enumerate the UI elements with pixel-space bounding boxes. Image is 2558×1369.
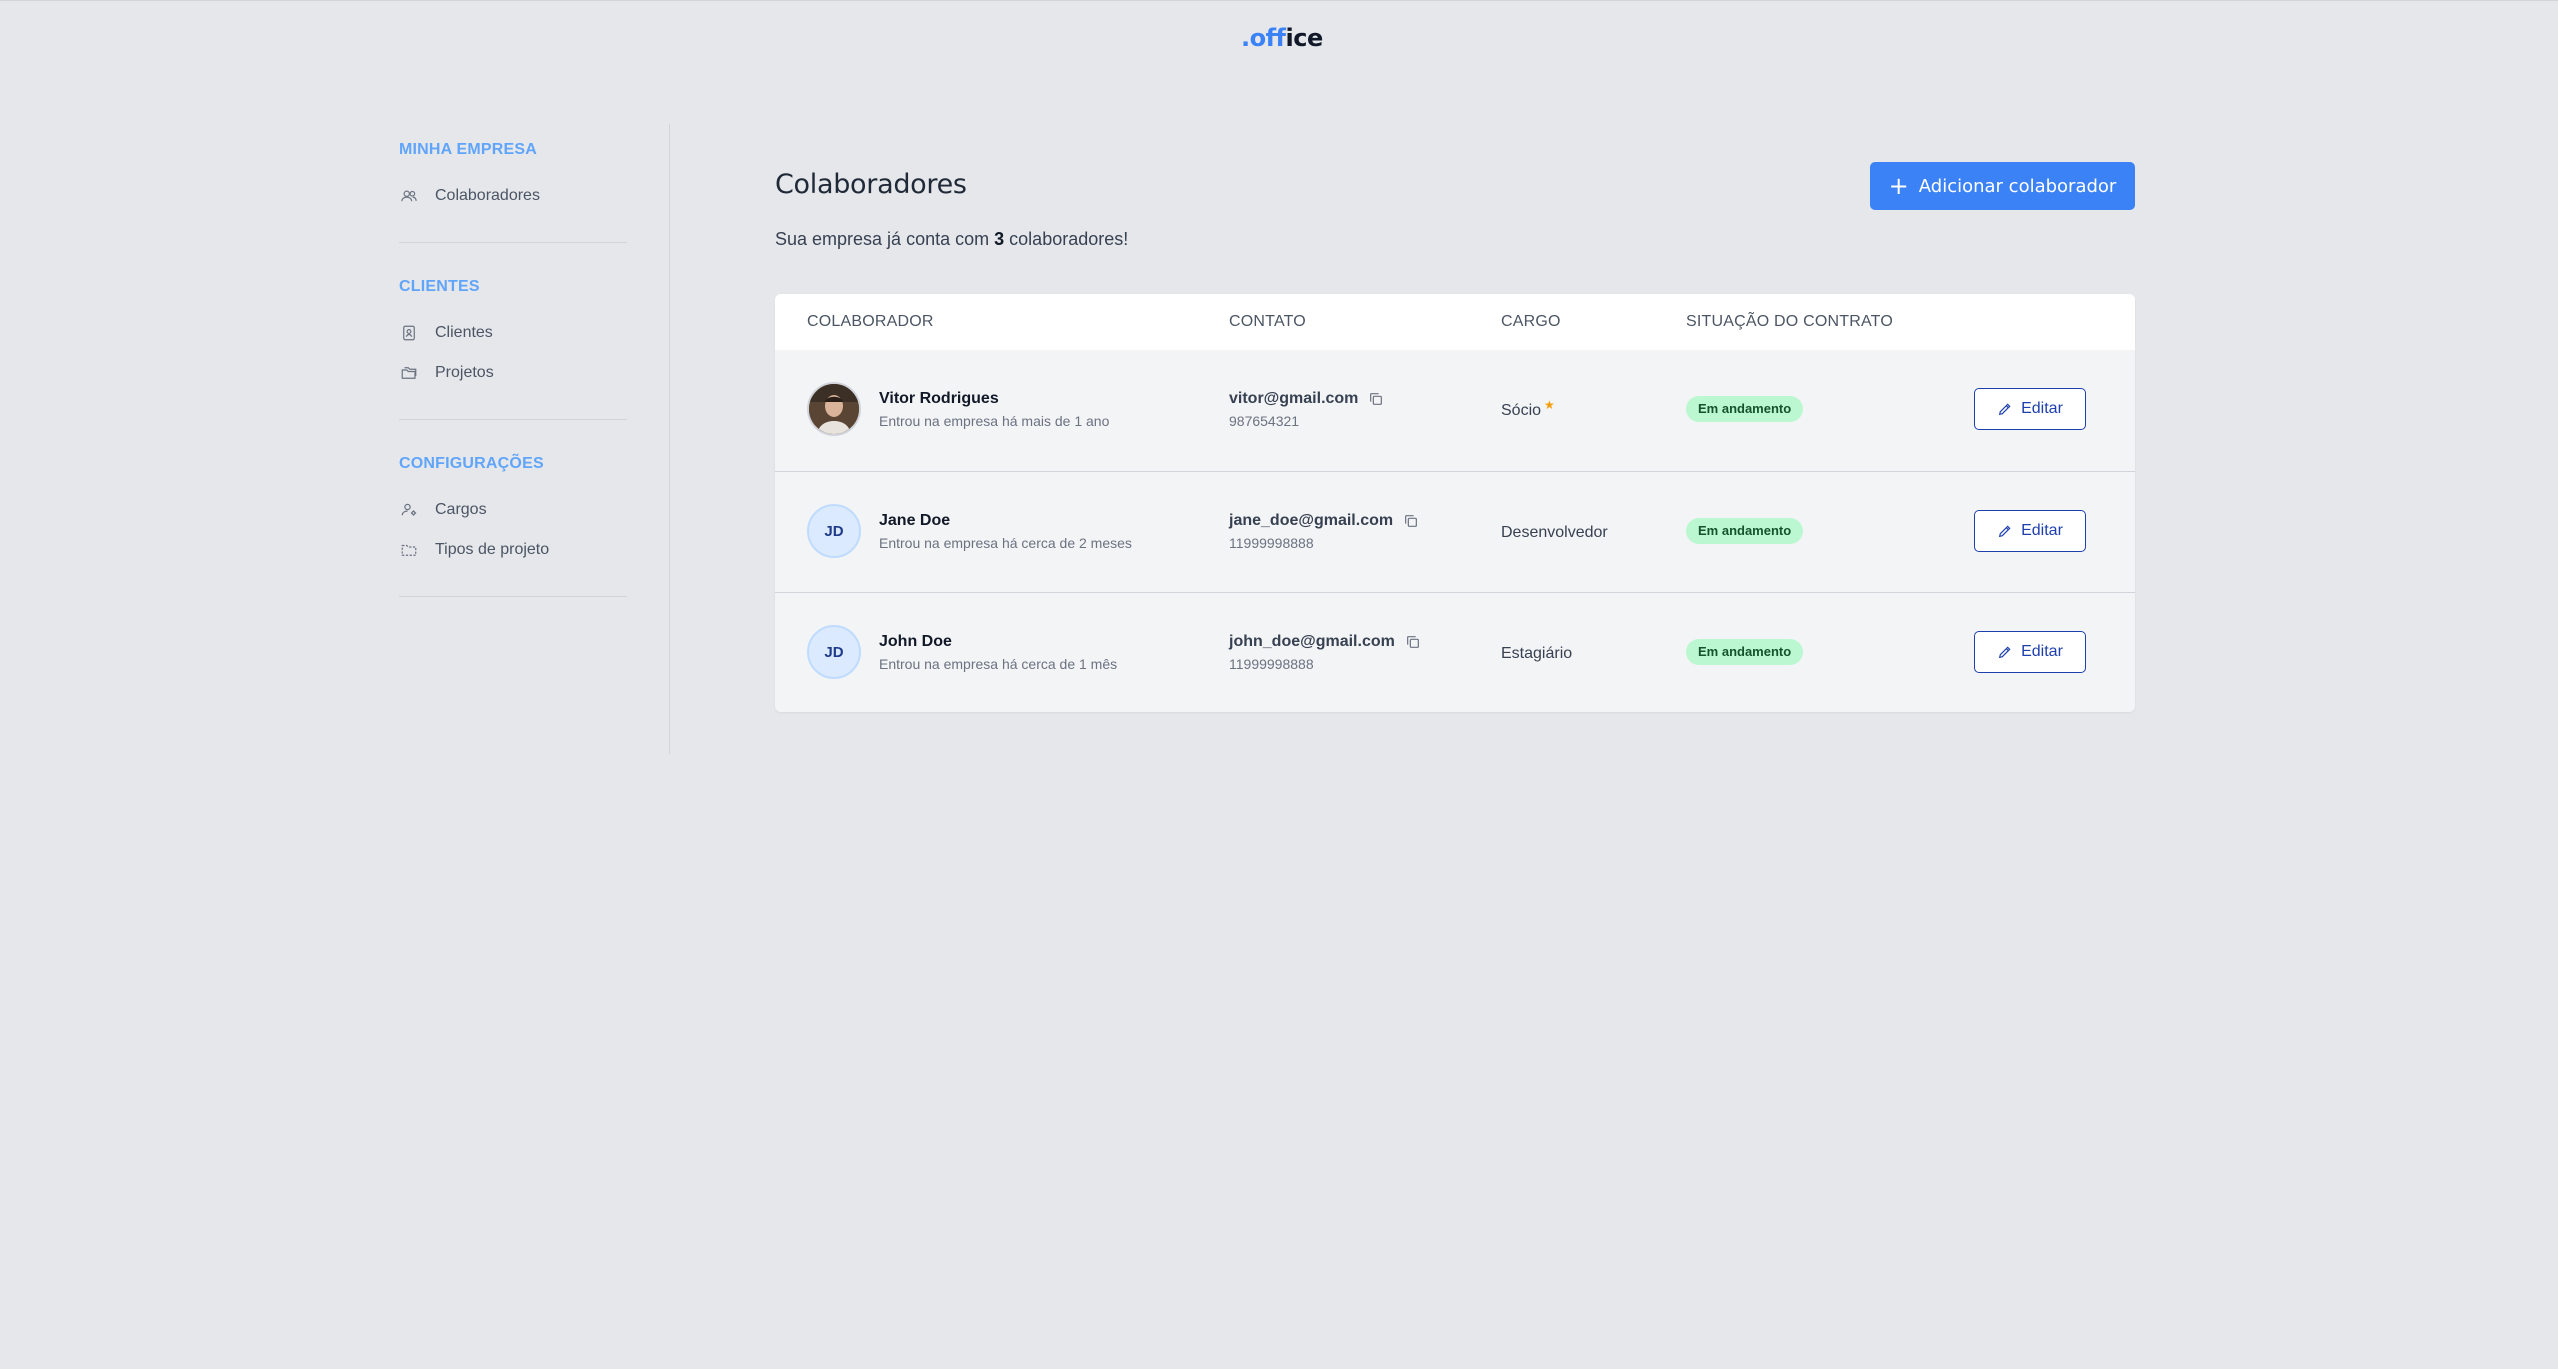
edit-button[interactable]: Editar bbox=[1974, 631, 2086, 673]
collaborator-since: Entrou na empresa há cerca de 1 mês bbox=[879, 656, 1118, 672]
sidebar-item-projetos[interactable]: Projetos bbox=[399, 353, 627, 393]
avatar: JD bbox=[807, 625, 861, 679]
table-header: COLABORADOR CONTATO CARGO SITUAÇÃO DO CO… bbox=[775, 294, 2135, 350]
sidebar-section-title: CONFIGURAÇÕES bbox=[399, 455, 544, 472]
users-icon bbox=[399, 186, 419, 206]
sidebar-section-minha-empresa: MINHA EMPRESA Colaboradores bbox=[399, 140, 627, 216]
sidebar-item-cargos[interactable]: Cargos bbox=[399, 490, 627, 530]
contact-phone: 11999998888 bbox=[1229, 535, 1314, 551]
edit-button[interactable]: Editar bbox=[1974, 388, 2086, 430]
contact-email: john_doe@gmail.com bbox=[1229, 633, 1421, 651]
status-badge: Em andamento bbox=[1686, 518, 1804, 544]
avatar: JD bbox=[807, 504, 861, 558]
star-icon: ★ bbox=[1544, 398, 1555, 412]
column-header-situacao: SITUAÇÃO DO CONTRATO bbox=[1686, 313, 1893, 330]
user-settings-icon bbox=[399, 500, 419, 520]
sidebar-divider bbox=[399, 419, 627, 420]
avatar bbox=[807, 382, 861, 436]
pencil-icon bbox=[1997, 523, 2013, 539]
copy-icon[interactable] bbox=[1405, 634, 1421, 650]
sidebar-item-label: Cargos bbox=[435, 501, 487, 518]
column-header-contato: CONTATO bbox=[1229, 313, 1306, 330]
contact-phone: 11999998888 bbox=[1229, 656, 1314, 672]
contact-email: vitor@gmail.com bbox=[1229, 390, 1384, 408]
table-row: JD Jane Doe Entrou na empresa há cerca d… bbox=[775, 471, 2135, 592]
plus-icon: + bbox=[1888, 172, 1909, 200]
sidebar-section-clientes: CLIENTES Clientes Projetos bbox=[399, 277, 627, 393]
sidebar-item-label: Colaboradores bbox=[435, 187, 540, 204]
sidebar-section-configuracoes: CONFIGURAÇÕES Cargos Tipos de projeto bbox=[399, 454, 627, 570]
collaborator-since: Entrou na empresa há cerca de 2 meses bbox=[879, 535, 1132, 551]
sidebar-section-title: MINHA EMPRESA bbox=[399, 141, 538, 158]
sidebar-item-colaboradores[interactable]: Colaboradores bbox=[399, 176, 627, 216]
add-collaborator-button[interactable]: + Adicionar colaborador bbox=[1870, 162, 2135, 210]
status-badge: Em andamento bbox=[1686, 396, 1804, 422]
folders-icon bbox=[399, 363, 419, 383]
sidebar: MINHA EMPRESA Colaboradores CLIENTES Cli… bbox=[399, 124, 670, 754]
page-title: Colaboradores bbox=[775, 169, 967, 200]
cargo-label: Estagiário bbox=[1501, 645, 1573, 662]
table-row: Vitor Rodrigues Entrou na empresa há mai… bbox=[775, 350, 2135, 470]
sidebar-item-label: Clientes bbox=[435, 324, 493, 341]
cargo-label: Sócio ★ bbox=[1501, 398, 1555, 419]
sidebar-item-clientes[interactable]: Clientes bbox=[399, 313, 627, 353]
sidebar-item-label: Projetos bbox=[435, 364, 494, 381]
sidebar-item-tipos-de-projeto[interactable]: Tipos de projeto bbox=[399, 530, 627, 570]
top-border bbox=[0, 0, 2558, 1]
app-logo[interactable]: .office bbox=[1241, 24, 1323, 52]
copy-icon[interactable] bbox=[1368, 391, 1384, 407]
contact-phone: 987654321 bbox=[1229, 413, 1300, 429]
sidebar-item-label: Tipos de projeto bbox=[435, 541, 550, 558]
pencil-icon bbox=[1997, 644, 2013, 660]
collaborator-name[interactable]: Vitor Rodrigues bbox=[879, 390, 999, 408]
contact-book-icon bbox=[399, 323, 419, 343]
edit-button[interactable]: Editar bbox=[1974, 510, 2086, 552]
collaborators-table: COLABORADOR CONTATO CARGO SITUAÇÃO DO CO… bbox=[775, 294, 2135, 712]
sidebar-divider bbox=[399, 596, 627, 597]
contact-email: jane_doe@gmail.com bbox=[1229, 512, 1419, 530]
page-subtitle: Sua empresa já conta com 3 colaboradores… bbox=[775, 229, 1129, 249]
sidebar-section-title: CLIENTES bbox=[399, 278, 480, 295]
status-badge: Em andamento bbox=[1686, 639, 1804, 665]
collaborator-name[interactable]: John Doe bbox=[879, 633, 952, 651]
table-row: JD John Doe Entrou na empresa há cerca d… bbox=[775, 592, 2135, 712]
collaborator-count: 3 bbox=[994, 229, 1005, 249]
column-header-cargo: CARGO bbox=[1501, 313, 1561, 330]
collaborator-name[interactable]: Jane Doe bbox=[879, 512, 950, 530]
copy-icon[interactable] bbox=[1403, 513, 1419, 529]
cargo-label: Desenvolvedor bbox=[1501, 524, 1608, 541]
pencil-icon bbox=[1997, 401, 2013, 417]
sidebar-divider bbox=[399, 242, 627, 243]
collaborator-since: Entrou na empresa há mais de 1 ano bbox=[879, 413, 1110, 429]
column-header-colaborador: COLABORADOR bbox=[807, 313, 934, 330]
folder-dashed-icon bbox=[399, 540, 419, 560]
